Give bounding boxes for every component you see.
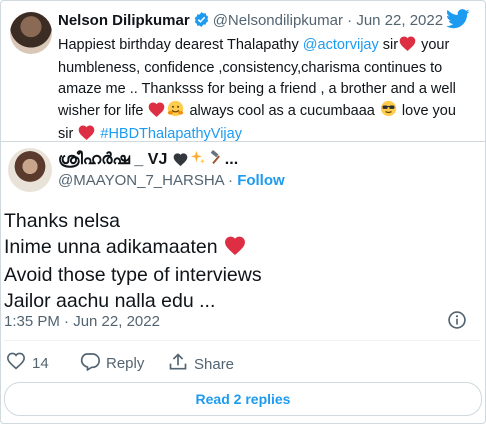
tweet-text-segment: sir xyxy=(378,37,399,53)
heart-outline-icon xyxy=(6,352,26,374)
verified-badge-icon xyxy=(193,11,210,32)
hashtag-link[interactable]: #HBDThalapathyVijay xyxy=(100,126,242,142)
quoted-author-handle[interactable]: @Nelsondilipkumar xyxy=(213,12,343,29)
reply-author-handle[interactable]: @MAAYON_7_HARSHA xyxy=(58,172,224,189)
hammer-icon xyxy=(208,150,224,171)
mention-link[interactable]: @actorvijay xyxy=(303,37,379,53)
quoted-tweet-date[interactable]: Jun 22, 2022 xyxy=(356,12,443,29)
like-count: 14 xyxy=(32,354,49,372)
black-heart-icon xyxy=(173,153,188,171)
reply-author-handle-row: @MAAYON_7_HARSHA · Follow xyxy=(58,172,285,189)
heart-icon xyxy=(78,125,95,147)
like-button[interactable]: 14 xyxy=(6,352,49,374)
divider xyxy=(0,141,486,142)
tweet-text-segment: love you xyxy=(397,103,456,119)
divider xyxy=(4,340,480,341)
reply-text-line: Avoid those type of interviews xyxy=(4,264,262,286)
reply-author-avatar[interactable] xyxy=(8,148,52,192)
tweet-text-segment: your xyxy=(417,37,450,53)
separator-dot: · xyxy=(228,172,234,189)
tweet-text-segment: humbleness, confidence ,consistency,char… xyxy=(58,60,443,76)
tweet-text-segment: sir xyxy=(58,126,78,142)
reply-button[interactable]: Reply xyxy=(80,352,144,375)
reply-text-line: Inime unna adikamaaten xyxy=(4,234,262,262)
follow-button[interactable]: Follow xyxy=(237,172,285,189)
reply-text-line: Jailor aachu nalla edu ... xyxy=(4,290,216,312)
sparkles-icon xyxy=(190,150,206,171)
heart-icon xyxy=(399,36,416,58)
quoted-author-name[interactable]: Nelson Dilipkumar xyxy=(58,12,190,29)
reply-icon xyxy=(80,352,101,375)
twitter-bird-icon[interactable] xyxy=(446,9,470,34)
share-label: Share xyxy=(194,355,235,373)
share-button[interactable]: Share xyxy=(168,352,234,376)
read-replies-button[interactable]: Read 2 replies xyxy=(4,382,482,416)
quoted-author-avatar[interactable] xyxy=(10,12,52,54)
reply-timestamp[interactable]: 1:35 PM · Jun 22, 2022 xyxy=(4,313,160,330)
tweet-text-segment: Happiest birthday dearest Thalapathy xyxy=(58,37,303,53)
tweet-text-segment: wisher for life xyxy=(58,103,148,119)
tweet-text-segment: always cool as a cucumbaaa xyxy=(185,103,379,119)
reply-tweet-text: Thanks nelsa Inime unna adikamaaten Avoi… xyxy=(4,208,262,314)
share-icon xyxy=(168,352,188,376)
reply-author-name-row: ശ്രീഹർഷ _ VJ ... xyxy=(58,150,238,171)
heart-icon xyxy=(148,102,165,124)
reply-text-line: Thanks nelsa xyxy=(4,210,120,232)
heart-icon xyxy=(224,236,246,262)
separator-dot: · xyxy=(347,12,353,29)
reply-text-segment: Inime unna adikamaaten xyxy=(4,236,218,258)
quoted-tweet-header: Nelson Dilipkumar @Nelsondilipkumar · Jun… xyxy=(58,11,443,32)
tweet-text-segment: amaze me .. Thanksss for being a friend … xyxy=(58,81,456,97)
reply-author-name[interactable]: ശ്രീഹർഷ _ VJ xyxy=(58,151,167,168)
hugging-face-icon xyxy=(167,100,184,124)
sunglasses-face-icon xyxy=(380,100,397,124)
quoted-tweet-text: Happiest birthday dearest Thalapathy @ac… xyxy=(58,35,476,147)
info-icon[interactable] xyxy=(447,310,467,335)
reply-label: Reply xyxy=(106,355,145,372)
